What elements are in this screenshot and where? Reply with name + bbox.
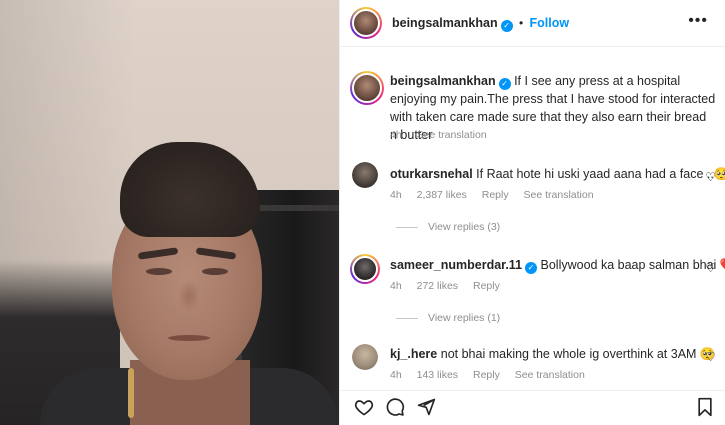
- photo-nose: [178, 280, 200, 312]
- comment-item: kj_.here not bhai making the whole ig ov…: [340, 340, 725, 386]
- like-heart-icon[interactable]: [354, 397, 374, 422]
- comment-reply-button[interactable]: Reply: [473, 369, 500, 381]
- verified-badge-icon: ✓: [500, 20, 513, 32]
- verified-badge-icon: ✓: [525, 262, 538, 274]
- author-username[interactable]: beingsalmankhan: [392, 16, 498, 30]
- photo-chain: [128, 368, 134, 418]
- comment-bubble-svg: [386, 398, 405, 416]
- view-replies-line: [396, 226, 418, 228]
- photo-left-eye: [146, 268, 172, 275]
- more-options-icon[interactable]: •••: [688, 12, 708, 30]
- comment-time[interactable]: 4h: [390, 189, 402, 201]
- caption-avatar-image: [352, 73, 382, 103]
- comment-item: oturkarsnehal If Raat hote hi uski yaad …: [340, 158, 725, 238]
- comment-likes[interactable]: 143 likes: [417, 369, 458, 381]
- instagram-post-view: beingsalmankhan ✓ • Follow ••• beingsalma…: [0, 0, 725, 425]
- share-paper-plane-icon[interactable]: [416, 397, 436, 422]
- comment-meta: 4h 2,387 likes Reply See translation: [390, 189, 606, 201]
- comment-time[interactable]: 4h: [390, 369, 402, 381]
- post-photo[interactable]: [0, 0, 339, 425]
- commenter-avatar[interactable]: [352, 344, 378, 370]
- commenter-avatar-image: [352, 162, 378, 188]
- like-heart-svg: [354, 400, 374, 416]
- photo-right-eye: [202, 268, 228, 275]
- comment-meta: 4h 272 likes Reply: [390, 280, 512, 292]
- comment-username[interactable]: kj_.here: [390, 347, 437, 361]
- follow-button[interactable]: Follow: [529, 16, 569, 30]
- share-paper-plane-svg: [417, 398, 436, 416]
- caption-meta: 4h See translation: [390, 129, 499, 141]
- author-avatar[interactable]: [350, 7, 382, 39]
- view-replies-button[interactable]: View replies (3): [396, 221, 500, 233]
- caption-author-avatar[interactable]: [350, 71, 384, 105]
- comment-see-translation[interactable]: See translation: [515, 369, 585, 381]
- photo-mouth: [168, 335, 210, 341]
- comment-like-heart-icon[interactable]: ♡: [705, 261, 716, 275]
- commenter-avatar-image: [352, 344, 378, 370]
- commenter-avatar[interactable]: [352, 162, 378, 188]
- comment-like-heart-icon[interactable]: ♡: [705, 170, 716, 184]
- view-replies-button[interactable]: View replies (1): [396, 312, 500, 324]
- comment-item: sameer_numberdar.11 ✓ Bollywood ka baap s…: [340, 252, 725, 332]
- post-caption: beingsalmankhan ✓ If I see any press at a…: [340, 66, 725, 146]
- comment-bubble-icon[interactable]: [385, 397, 405, 422]
- comment-text-block: sameer_numberdar.11 ✓ Bollywood ka baap s…: [390, 256, 725, 274]
- header-user-row: beingsalmankhan ✓ • Follow: [392, 16, 569, 32]
- comment-likes[interactable]: 2,387 likes: [417, 189, 467, 201]
- view-replies-line: [396, 317, 418, 319]
- author-avatar-image: [352, 9, 380, 37]
- comment-reply-button[interactable]: Reply: [482, 189, 509, 201]
- comment-meta: 4h 143 likes Reply See translation: [390, 369, 597, 381]
- comment-time[interactable]: 4h: [390, 280, 402, 292]
- view-replies-label: View replies (1): [428, 312, 501, 324]
- save-bookmark-icon[interactable]: [696, 397, 714, 422]
- post-side-panel: beingsalmankhan ✓ • Follow ••• beingsalma…: [339, 0, 725, 425]
- comment-text-block: kj_.here not bhai making the whole ig ov…: [390, 345, 716, 363]
- save-bookmark-svg: [698, 397, 712, 417]
- comment-text: Bollywood ka baap salman bhai ❤️: [540, 258, 725, 272]
- comment-likes[interactable]: 272 likes: [417, 280, 458, 292]
- comment-like-heart-icon[interactable]: ♡: [705, 350, 716, 364]
- caption-see-translation[interactable]: See translation: [417, 129, 487, 141]
- comment-username[interactable]: oturkarsnehal: [390, 167, 473, 181]
- verified-badge-icon: ✓: [498, 78, 511, 90]
- view-replies-label: View replies (3): [428, 221, 501, 233]
- post-action-bar: [340, 390, 725, 425]
- comment-see-translation[interactable]: See translation: [524, 189, 594, 201]
- commenter-avatar-image: [352, 256, 378, 282]
- commenter-avatar[interactable]: [350, 254, 380, 284]
- comment-reply-button[interactable]: Reply: [473, 280, 500, 292]
- separator-dot: •: [518, 16, 524, 30]
- comment-text-block: oturkarsnehal If Raat hote hi uski yaad …: [390, 165, 725, 183]
- comment-username[interactable]: sameer_numberdar.11: [390, 258, 522, 272]
- post-header: beingsalmankhan ✓ • Follow •••: [340, 0, 725, 47]
- caption-username[interactable]: beingsalmankhan: [390, 74, 496, 88]
- comment-text: If Raat hote hi uski yaad aana had a fac…: [476, 167, 725, 181]
- caption-time[interactable]: 4h: [390, 129, 402, 141]
- comment-text: not bhai making the whole ig overthink a…: [440, 347, 716, 361]
